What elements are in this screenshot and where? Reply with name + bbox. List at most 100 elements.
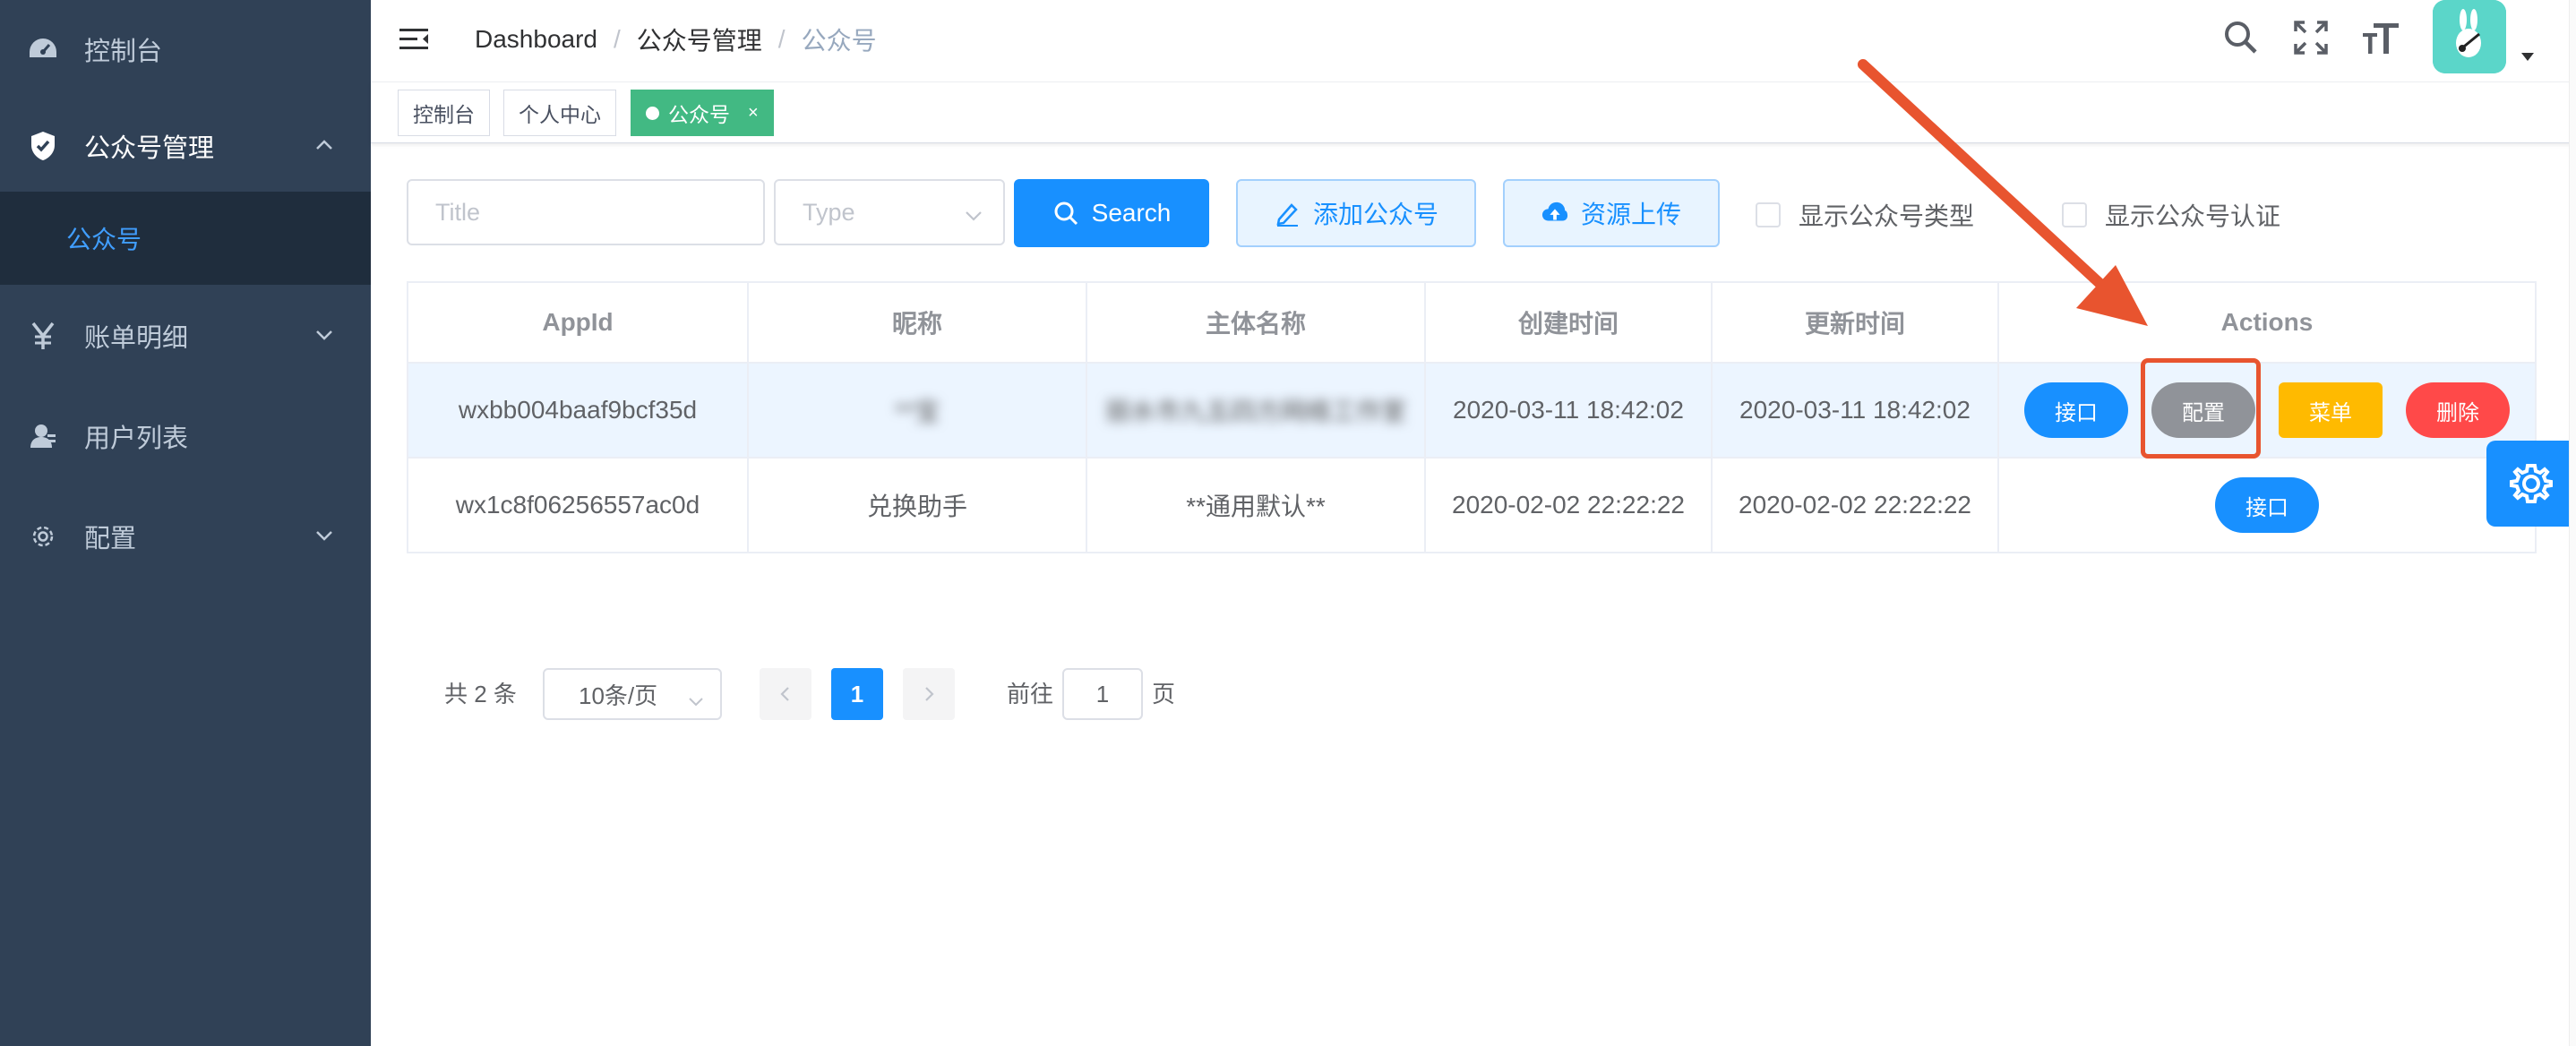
sidebar-item-label: 公众号管理 <box>84 134 215 163</box>
checkbox-box[interactable] <box>1756 202 1781 227</box>
menu-button[interactable]: 菜单 <box>2279 382 2383 438</box>
edit-icon <box>1274 200 1301 227</box>
breadcrumb: Dashboard / 公众号管理 / 公众号 <box>475 21 877 57</box>
navbar: Dashboard / 公众号管理 / 公众号 <box>371 0 2576 82</box>
fullscreen-icon[interactable] <box>2291 18 2331 57</box>
close-icon[interactable]: × <box>748 103 759 124</box>
hamburger-icon[interactable] <box>398 23 430 56</box>
breadcrumb-wechat-management[interactable]: 公众号管理 <box>637 21 762 57</box>
upload-resource-button[interactable]: 资源上传 <box>1503 179 1720 247</box>
font-size-icon[interactable] <box>2361 18 2400 57</box>
cell-actions: 接口 <box>1999 459 2537 552</box>
chevron-right-icon <box>925 687 934 701</box>
blurred-text: **宝 <box>895 398 940 425</box>
chevron-left-icon <box>780 687 789 701</box>
avatar[interactable] <box>2433 0 2506 73</box>
tag-dashboard[interactable]: 控制台 <box>398 90 490 136</box>
type-select-placeholder: Type <box>803 198 855 226</box>
sidebar-item-wechat-management[interactable]: 公众号管理 <box>0 97 371 195</box>
tags-view: 控制台 个人中心 公众号 × <box>371 82 2576 143</box>
shield-icon <box>27 130 59 162</box>
pagination-total: 共 2 条 <box>444 680 517 707</box>
header-subject: 主体名称 <box>1087 283 1426 362</box>
search-icon[interactable] <box>2221 18 2261 57</box>
cell-created: 2020-03-11 18:42:02 <box>1426 364 1713 457</box>
tag-wechat-active[interactable]: 公众号 × <box>631 90 774 136</box>
sidebar-item-users[interactable]: 用户列表 <box>0 387 371 485</box>
page-size-select[interactable]: 10条/页 <box>543 668 722 720</box>
goto-page-input[interactable]: 1 <box>1062 668 1143 720</box>
show-cert-label: 显示公众号认证 <box>2105 202 2281 230</box>
sidebar-subitem-wechat[interactable]: 公众号 <box>0 192 371 285</box>
chevron-down-icon <box>964 204 983 224</box>
header-created: 创建时间 <box>1426 283 1713 362</box>
scrollbar-track[interactable] <box>2569 0 2576 1046</box>
prev-page-button[interactable] <box>760 668 811 720</box>
search-icon <box>1052 200 1079 227</box>
caret-down-icon[interactable] <box>2519 50 2537 63</box>
title-input[interactable]: Title <box>407 179 765 245</box>
yen-icon <box>27 320 59 352</box>
header-appid: AppId <box>408 283 749 362</box>
checkbox-box[interactable] <box>2062 202 2087 227</box>
cloud-upload-icon <box>1541 200 1568 227</box>
search-button-label: Search <box>1091 199 1172 227</box>
app-root: 控制台 公众号管理 公众号 账单明细 用户列表 配置 Dashboard / 公… <box>0 0 2576 1046</box>
dashboard-icon <box>27 33 59 65</box>
tag-label: 个人中心 <box>519 103 601 126</box>
chevron-down-icon <box>313 524 335 545</box>
user-icon <box>27 420 59 452</box>
cell-subject: 丽水市九五四方网络工作室 <box>1087 364 1426 457</box>
show-type-label: 显示公众号类型 <box>1799 202 1975 230</box>
show-type-checkbox[interactable]: 显示公众号类型 <box>1756 197 1974 233</box>
tag-label: 控制台 <box>413 103 475 126</box>
gear-icon <box>2510 464 2553 503</box>
cell-appid: wxbb004baaf9bcf35d <box>408 364 749 457</box>
sidebar-item-dashboard[interactable]: 控制台 <box>0 0 371 99</box>
sidebar-subitem-label: 公众号 <box>66 226 142 253</box>
breadcrumb-separator: / <box>613 25 621 53</box>
sidebar-item-billing[interactable]: 账单明细 <box>0 287 371 385</box>
breadcrumb-separator: / <box>777 25 786 53</box>
delete-button[interactable]: 删除 <box>2406 382 2510 438</box>
tag-profile[interactable]: 个人中心 <box>503 90 616 136</box>
chevron-down-icon <box>688 688 704 707</box>
add-account-button-label: 添加公众号 <box>1312 201 1438 228</box>
page-size-value: 10条/页 <box>579 682 658 709</box>
api-button[interactable]: 接口 <box>2215 477 2319 533</box>
cell-updated: 2020-03-11 18:42:02 <box>1713 364 1999 457</box>
chevron-up-icon <box>313 133 335 155</box>
breadcrumb-current: 公众号 <box>801 27 877 55</box>
highlight-box <box>2141 358 2261 459</box>
tag-label: 公众号 <box>668 103 730 126</box>
sidebar-item-config[interactable]: 配置 <box>0 487 371 586</box>
goto-prefix: 前往 <box>1007 680 1054 707</box>
table-header-row: AppId 昵称 主体名称 创建时间 更新时间 Actions <box>408 283 2537 364</box>
type-select[interactable]: Type <box>774 179 1005 245</box>
title-input-placeholder: Title <box>435 198 481 226</box>
page-number-current[interactable]: 1 <box>831 668 883 720</box>
header-actions: Actions <box>1999 283 2537 362</box>
cell-nickname: **宝 <box>749 364 1087 457</box>
table-row: wx1c8f06256557ac0d 兑换助手 **通用默认** 2020-02… <box>408 459 2537 553</box>
gear-icon <box>27 520 59 553</box>
breadcrumb-dashboard[interactable]: Dashboard <box>475 25 597 54</box>
api-button[interactable]: 接口 <box>2024 382 2128 438</box>
sidebar: 控制台 公众号管理 公众号 账单明细 用户列表 配置 <box>0 0 371 1046</box>
add-account-button[interactable]: 添加公众号 <box>1236 179 1476 247</box>
blurred-text: 丽水市九五四方网络工作室 <box>1104 398 1406 425</box>
search-button[interactable]: Search <box>1014 179 1209 247</box>
chevron-down-icon <box>313 323 335 345</box>
active-dot-icon <box>646 106 659 120</box>
show-cert-checkbox[interactable]: 显示公众号认证 <box>2062 197 2280 233</box>
sidebar-item-label: 账单明细 <box>84 324 189 353</box>
upload-resource-button-label: 资源上传 <box>1580 201 1681 228</box>
cell-nickname: 兑换助手 <box>749 459 1087 552</box>
next-page-button[interactable] <box>903 668 955 720</box>
sidebar-item-label: 用户列表 <box>84 424 189 453</box>
header-nickname: 昵称 <box>749 283 1087 362</box>
header-updated: 更新时间 <box>1713 283 1999 362</box>
settings-panel-button[interactable] <box>2486 441 2576 527</box>
sidebar-item-label: 配置 <box>84 525 137 553</box>
cell-actions: 接口 配置 菜单 删除 <box>1999 364 2537 457</box>
